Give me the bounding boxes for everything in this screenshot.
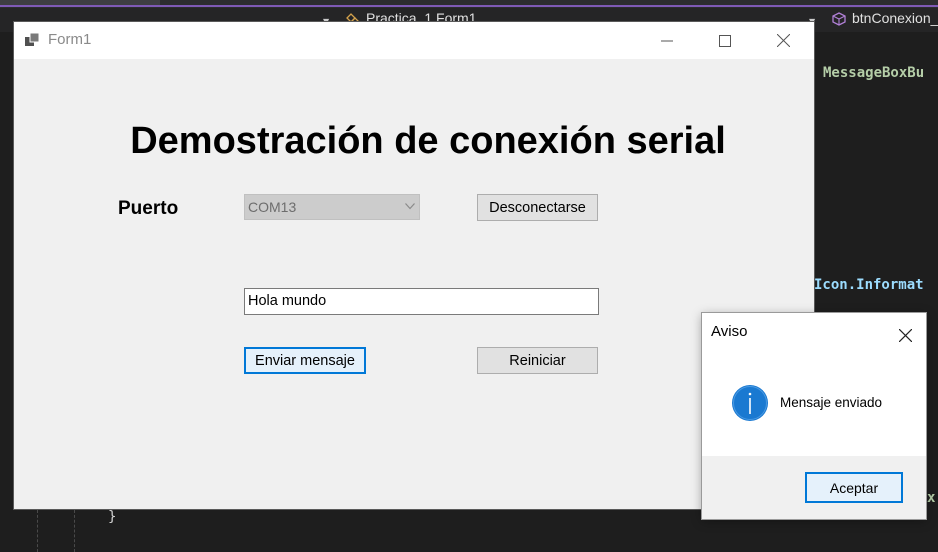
message-input[interactable]: Hola mundo <box>244 288 599 315</box>
ide-accent-line <box>0 5 938 7</box>
form1-window: Form1 Demostración de conexión serial Pu… <box>14 22 814 509</box>
dialog-close-button[interactable] <box>892 322 918 348</box>
minimize-icon <box>661 40 673 41</box>
indent-guide <box>74 510 75 552</box>
dialog-title: Aviso <box>711 323 748 340</box>
close-button[interactable] <box>760 22 806 59</box>
message-input-value: Hola mundo <box>248 293 327 309</box>
port-combo[interactable]: COM13 <box>244 194 420 220</box>
chevron-down-icon <box>405 203 415 210</box>
page-title: Demostración de conexión serial <box>130 120 726 162</box>
maximize-icon <box>719 34 731 47</box>
minimize-button[interactable] <box>644 22 690 59</box>
method-icon <box>832 12 846 26</box>
port-combo-value: COM13 <box>248 199 297 215</box>
ide-tab-strip <box>0 0 938 8</box>
dialog-footer: Aceptar <box>702 456 926 519</box>
indent-guide <box>37 510 38 552</box>
code-line-icon: Icon.Informat <box>814 277 924 293</box>
app-window-icon <box>25 32 40 46</box>
close-icon <box>898 328 912 342</box>
information-icon <box>732 385 768 421</box>
form-titlebar[interactable]: Form1 <box>14 22 814 59</box>
code-line-brace: } <box>108 509 117 525</box>
maximize-button[interactable] <box>702 22 748 59</box>
code-line-messagebox: MessageBoxBu <box>823 65 925 81</box>
nav-member-combo[interactable]: btnConexion_ <box>852 10 938 26</box>
port-label: Puerto <box>118 198 179 219</box>
send-message-button[interactable]: Enviar mensaje <box>244 347 366 374</box>
message-dialog: Aviso Mensaje enviado Aceptar <box>702 313 926 519</box>
reset-button[interactable]: Reiniciar <box>477 347 598 374</box>
close-icon <box>776 34 790 47</box>
ok-button[interactable]: Aceptar <box>805 472 903 503</box>
dialog-message: Mensaje enviado <box>780 395 883 410</box>
disconnect-button[interactable]: Desconectarse <box>477 194 598 221</box>
form-title: Form1 <box>48 31 92 48</box>
code-line-partial: x <box>927 490 936 506</box>
